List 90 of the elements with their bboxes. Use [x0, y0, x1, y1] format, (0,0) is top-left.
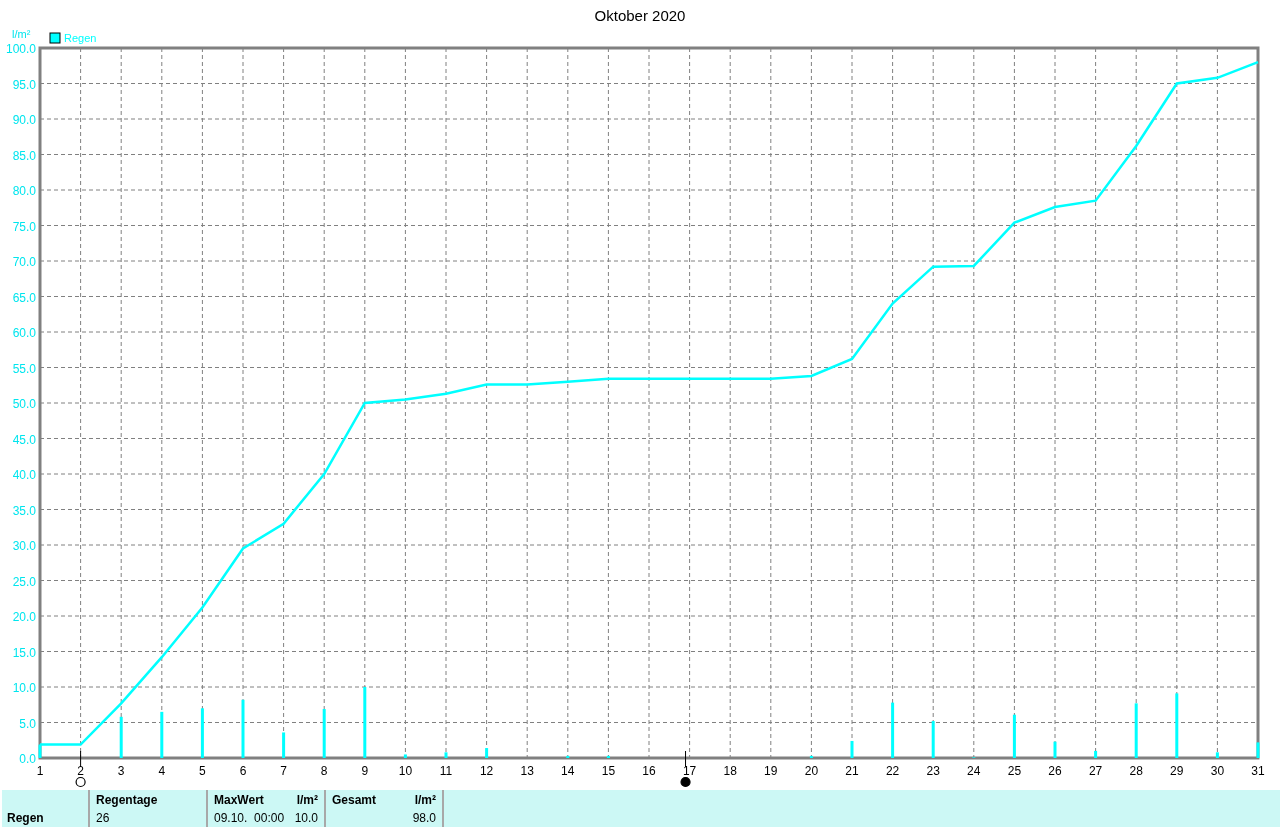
table-cell: 10.0	[294, 811, 318, 825]
column-heading: MaxWert	[214, 793, 264, 807]
rain-bar	[891, 702, 895, 758]
axis-tick-label: 3	[117, 764, 125, 778]
axis-tick-label: 26	[1048, 764, 1062, 778]
table-cell: 09.10. 00:00	[214, 811, 285, 825]
axis-tick-label: 16	[642, 764, 656, 778]
axis-tick-label: 85.0	[12, 148, 36, 163]
rain-bar	[850, 740, 854, 758]
axis-tick-label: 19	[764, 764, 778, 778]
table-cell: 98.0	[412, 811, 436, 825]
rain-bar	[200, 708, 204, 758]
table-cell: 26	[96, 811, 110, 825]
axis-tick-label: 20	[804, 764, 819, 778]
axis-tick-label: 30.0	[12, 539, 36, 553]
axis-tick-label: 10.0	[12, 681, 36, 695]
column-heading: Gesamt	[332, 793, 377, 807]
axis-tick-label: 22	[885, 764, 900, 778]
rain-bar	[282, 732, 286, 758]
rain-bar	[606, 755, 610, 758]
axis-tick-label: 55.0	[12, 361, 36, 376]
axis-tick-label: 11	[439, 764, 453, 778]
rain-bar	[1215, 752, 1219, 758]
rain-bar	[38, 744, 42, 758]
axis-tick-label: 10	[398, 764, 413, 778]
axis-tick-label: 20.0	[12, 610, 36, 624]
axis-tick-label: 31	[1251, 764, 1265, 778]
axis-tick-label: 1	[36, 764, 44, 778]
axis-tick-label: 9	[361, 764, 369, 778]
axis-tick-label: 12	[479, 764, 494, 778]
rain-bar	[119, 716, 123, 758]
axis-tick-label: 14	[561, 764, 575, 778]
axis-tick-label: 70.0	[12, 255, 36, 269]
axis-tick-label: 80.0	[12, 184, 36, 198]
rain-bar	[566, 755, 570, 758]
axis-tick-label: 5.0	[19, 716, 36, 731]
rain-bar	[1256, 742, 1260, 758]
axis-tick-label: 18	[723, 764, 737, 778]
axis-tick-label: 5	[199, 764, 206, 778]
axis-tick-label: 60.0	[12, 326, 36, 340]
axis-tick-label: 29	[1170, 764, 1184, 778]
axis-tick-label: 75.0	[12, 219, 36, 234]
column-heading: Regentage	[96, 793, 158, 807]
axis-tick-label: 15.0	[12, 645, 36, 660]
axis-tick-label: 4	[158, 764, 166, 778]
rain-bar	[1094, 750, 1098, 758]
rain-bar	[322, 709, 326, 758]
axis-tick-label: 27	[1088, 764, 1103, 778]
axis-tick-label: 95.0	[12, 77, 36, 92]
y-axis-unit: l/m²	[12, 28, 31, 40]
axis-tick-label: 25	[1007, 764, 1022, 778]
axis-tick-label: 28	[1129, 764, 1143, 778]
legend-swatch-icon	[49, 32, 61, 44]
axis-tick-label: 17	[682, 764, 697, 778]
rain-bar	[1053, 741, 1057, 758]
axis-tick-label: 15	[601, 764, 616, 778]
rain-bar	[1175, 693, 1179, 758]
axis-tick-label: 65.0	[12, 290, 36, 305]
axis-tick-label: 21	[845, 764, 859, 778]
axis-tick-label: 25.0	[12, 574, 36, 589]
legend-label: Regen	[64, 32, 97, 44]
rain-bar	[485, 748, 489, 758]
rain-bar	[444, 752, 448, 758]
axis-tick-label: 6	[239, 764, 247, 778]
unit-label: l/m²	[296, 793, 318, 807]
axis-tick-label: 90.0	[12, 113, 36, 127]
axis-tick-label: 2	[77, 764, 84, 778]
axis-tick-label: 23	[926, 764, 940, 778]
rain-bar	[1012, 714, 1016, 758]
unit-label: l/m²	[414, 793, 436, 807]
chart-title: Oktober 2020	[594, 7, 686, 24]
axis-tick-label: 40.0	[12, 468, 36, 482]
axis-tick-label: 35.0	[12, 503, 36, 518]
axis-tick-label: 50.0	[12, 397, 36, 411]
rain-bar	[160, 711, 164, 758]
rain-bar	[931, 721, 935, 758]
row-label: Regen	[7, 811, 45, 825]
axis-tick-label: 24	[967, 764, 981, 778]
rain-bar	[809, 755, 813, 758]
axis-tick-label: 13	[520, 764, 534, 778]
rain-bar	[363, 687, 367, 758]
axis-tick-label: 45.0	[12, 432, 36, 447]
rain-bar	[241, 699, 245, 758]
axis-tick-label: 30	[1210, 764, 1225, 778]
axis-tick-label: 7	[280, 764, 287, 778]
rain-bar	[1134, 703, 1138, 758]
axis-tick-label: 0.0	[19, 752, 36, 766]
axis-tick-label: 100.0	[5, 42, 36, 56]
axis-tick-label: 8	[320, 764, 328, 778]
rain-bar	[403, 754, 407, 758]
